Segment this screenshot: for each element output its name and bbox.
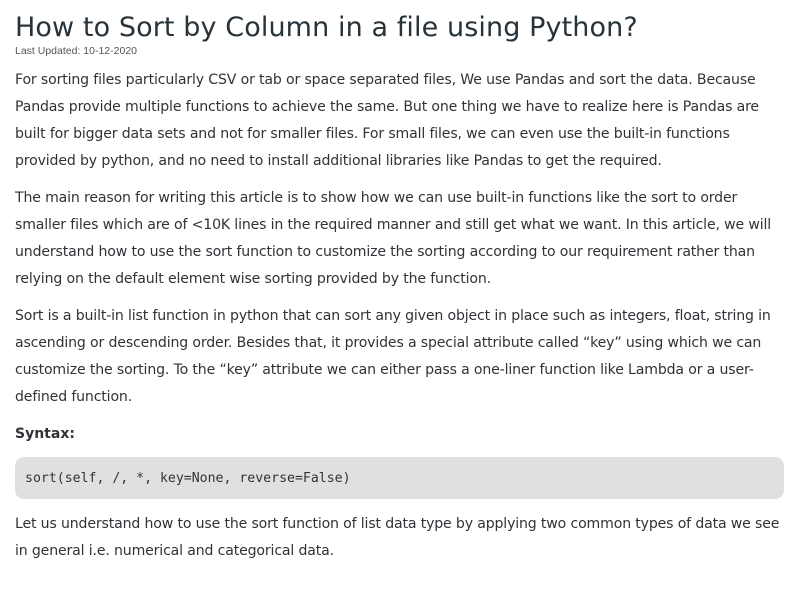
syntax-heading: Syntax: <box>15 426 75 442</box>
paragraph-purpose: The main reason for writing this article… <box>15 190 772 287</box>
paragraph-sort-description: Sort is a built-in list function in pyth… <box>15 308 771 405</box>
last-updated-date: Last Updated: 10-12-2020 <box>15 45 138 57</box>
code-block: sort(self, /, *, key=None, reverse=False… <box>15 457 784 499</box>
article: How to Sort by Column in a file using Py… <box>0 0 808 589</box>
paragraph-closing: Let us understand how to use the sort fu… <box>15 516 780 559</box>
paragraph-intro: For sorting files particularly CSV or ta… <box>15 72 759 169</box>
code-syntax: sort(self, /, *, key=None, reverse=False… <box>25 470 351 486</box>
article-title: How to Sort by Column in a file using Py… <box>15 12 638 43</box>
